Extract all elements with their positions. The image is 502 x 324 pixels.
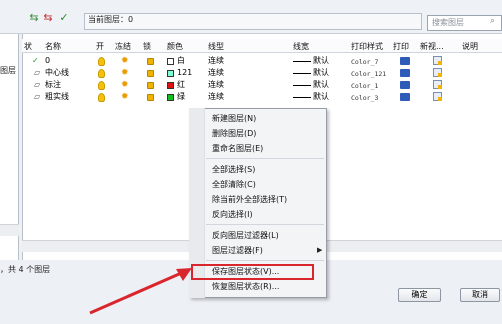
col-status[interactable]: 状 bbox=[24, 41, 32, 52]
new-vp-freeze-icon[interactable] bbox=[433, 56, 442, 65]
menu-item-select-all[interactable]: 全部选择(S) bbox=[212, 164, 255, 175]
menu-item-new-layer[interactable]: 新建图层(N) bbox=[212, 113, 256, 124]
delete-layer-icon[interactable]: ⇆ bbox=[40, 12, 56, 24]
col-lineweight[interactable]: 线宽 bbox=[293, 41, 309, 52]
col-new-vp[interactable]: 新视... bbox=[420, 41, 444, 52]
thaw-sun-icon[interactable]: ✹ bbox=[121, 69, 130, 78]
red-arrow-icon bbox=[89, 268, 192, 315]
on-bulb-icon[interactable] bbox=[98, 57, 105, 66]
plot-style: Color_7 bbox=[351, 58, 379, 66]
thaw-sun-icon[interactable]: ✹ bbox=[121, 81, 130, 90]
status-text: ，共 4 个图层 bbox=[0, 265, 51, 274]
unlock-icon[interactable] bbox=[147, 70, 154, 77]
tree-item-all-layers[interactable]: 图层 bbox=[0, 65, 16, 76]
color-name[interactable]: 绿 bbox=[177, 91, 185, 103]
on-bulb-icon[interactable] bbox=[98, 69, 105, 78]
printer-icon[interactable] bbox=[400, 81, 410, 89]
lineweight-sample bbox=[293, 97, 311, 98]
thaw-sun-icon[interactable]: ✹ bbox=[121, 93, 130, 102]
col-name[interactable]: 名称 bbox=[45, 41, 61, 52]
menu-separator bbox=[206, 158, 324, 159]
new-vp-freeze-icon[interactable] bbox=[433, 80, 442, 89]
lineweight[interactable]: 默认 bbox=[313, 91, 329, 103]
color-name[interactable]: 红 bbox=[177, 79, 185, 91]
linetype[interactable]: 连续 bbox=[208, 55, 224, 67]
color-swatch[interactable] bbox=[167, 82, 174, 89]
row-status-icon: ▱ bbox=[34, 80, 41, 89]
set-current-icon[interactable]: ✓ bbox=[56, 12, 72, 24]
search-placeholder: 搜索图层 bbox=[432, 18, 464, 27]
menu-item-clear-all[interactable]: 全部清除(C) bbox=[212, 179, 256, 190]
menu-item-invert-filter[interactable]: 反向图层过滤器(L) bbox=[212, 230, 279, 241]
linetype[interactable]: 连续 bbox=[208, 67, 224, 79]
linetype[interactable]: 连续 bbox=[208, 91, 224, 103]
menu-item-restore-layer-states[interactable]: 恢复图层状态(R)... bbox=[212, 281, 279, 292]
color-swatch[interactable] bbox=[167, 94, 174, 101]
highlight-box bbox=[191, 264, 314, 280]
col-linetype[interactable]: 线型 bbox=[208, 41, 224, 52]
col-on[interactable]: 开 bbox=[96, 41, 104, 52]
color-swatch[interactable] bbox=[167, 70, 174, 77]
lineweight-sample bbox=[293, 61, 311, 62]
lineweight[interactable]: 默认 bbox=[313, 79, 329, 91]
current-layer-label: 当前图层：0 bbox=[88, 15, 134, 24]
unlock-icon[interactable] bbox=[147, 82, 154, 89]
row-status-icon: ▱ bbox=[34, 68, 41, 77]
thaw-sun-icon[interactable]: ✹ bbox=[121, 57, 130, 66]
plot-style: Color_3 bbox=[351, 94, 379, 102]
plot-style: Color_1 bbox=[351, 82, 379, 90]
on-bulb-icon[interactable] bbox=[98, 93, 105, 102]
linetype[interactable]: 连续 bbox=[208, 79, 224, 91]
menu-item-layer-filters[interactable]: 图层过滤器(F) bbox=[212, 245, 263, 256]
lineweight-sample bbox=[293, 73, 311, 74]
printer-icon[interactable] bbox=[400, 93, 410, 101]
menu-item-invert-selection[interactable]: 反向选择(I) bbox=[212, 209, 253, 220]
tree-scrollbar[interactable] bbox=[0, 224, 19, 236]
printer-icon[interactable] bbox=[400, 69, 410, 77]
current-layer-box bbox=[84, 13, 422, 30]
color-name[interactable]: 121 bbox=[177, 67, 192, 79]
col-lock[interactable]: 锁 bbox=[143, 41, 151, 52]
col-plot[interactable]: 打印 bbox=[393, 41, 409, 52]
col-description[interactable]: 说明 bbox=[462, 41, 478, 52]
row-status-icon: ▱ bbox=[34, 92, 41, 101]
menu-separator bbox=[206, 224, 324, 225]
col-plot-style[interactable]: 打印样式 bbox=[351, 41, 383, 52]
color-swatch[interactable] bbox=[167, 58, 174, 65]
unlock-icon[interactable] bbox=[147, 58, 154, 65]
col-freeze[interactable]: 冻结 bbox=[115, 41, 131, 52]
plot-style: Color_121 bbox=[351, 70, 387, 78]
cancel-button[interactable]: 取消 bbox=[460, 288, 500, 302]
col-color[interactable]: 颜色 bbox=[167, 41, 183, 52]
menu-separator bbox=[206, 260, 324, 261]
ok-button[interactable]: 确定 bbox=[398, 288, 441, 302]
color-name[interactable]: 白 bbox=[177, 55, 185, 67]
submenu-arrow-icon: ▶ bbox=[317, 246, 323, 254]
lineweight-sample bbox=[293, 85, 311, 86]
layer-name[interactable]: 中心线 bbox=[45, 67, 69, 79]
menu-item-delete-layer[interactable]: 删除图层(D) bbox=[212, 128, 256, 139]
new-vp-freeze-icon[interactable] bbox=[433, 92, 442, 101]
menu-item-select-all-but-current[interactable]: 除当前外全部选择(T) bbox=[212, 194, 287, 205]
lineweight[interactable]: 默认 bbox=[313, 67, 329, 79]
layer-name[interactable]: 0 bbox=[45, 55, 50, 67]
menu-item-rename-layer[interactable]: 重命名图层(E) bbox=[212, 143, 263, 154]
printer-icon[interactable] bbox=[400, 57, 410, 65]
row-status-icon: ✓ bbox=[32, 56, 39, 65]
on-bulb-icon[interactable] bbox=[98, 81, 105, 90]
search-icon[interactable]: ⌕ bbox=[490, 16, 495, 26]
layer-name[interactable]: 标注 bbox=[45, 79, 61, 91]
new-vp-freeze-icon[interactable] bbox=[433, 68, 442, 77]
unlock-icon[interactable] bbox=[147, 94, 154, 101]
lineweight[interactable]: 默认 bbox=[313, 55, 329, 67]
layer-name[interactable]: 粗实线 bbox=[45, 91, 69, 103]
